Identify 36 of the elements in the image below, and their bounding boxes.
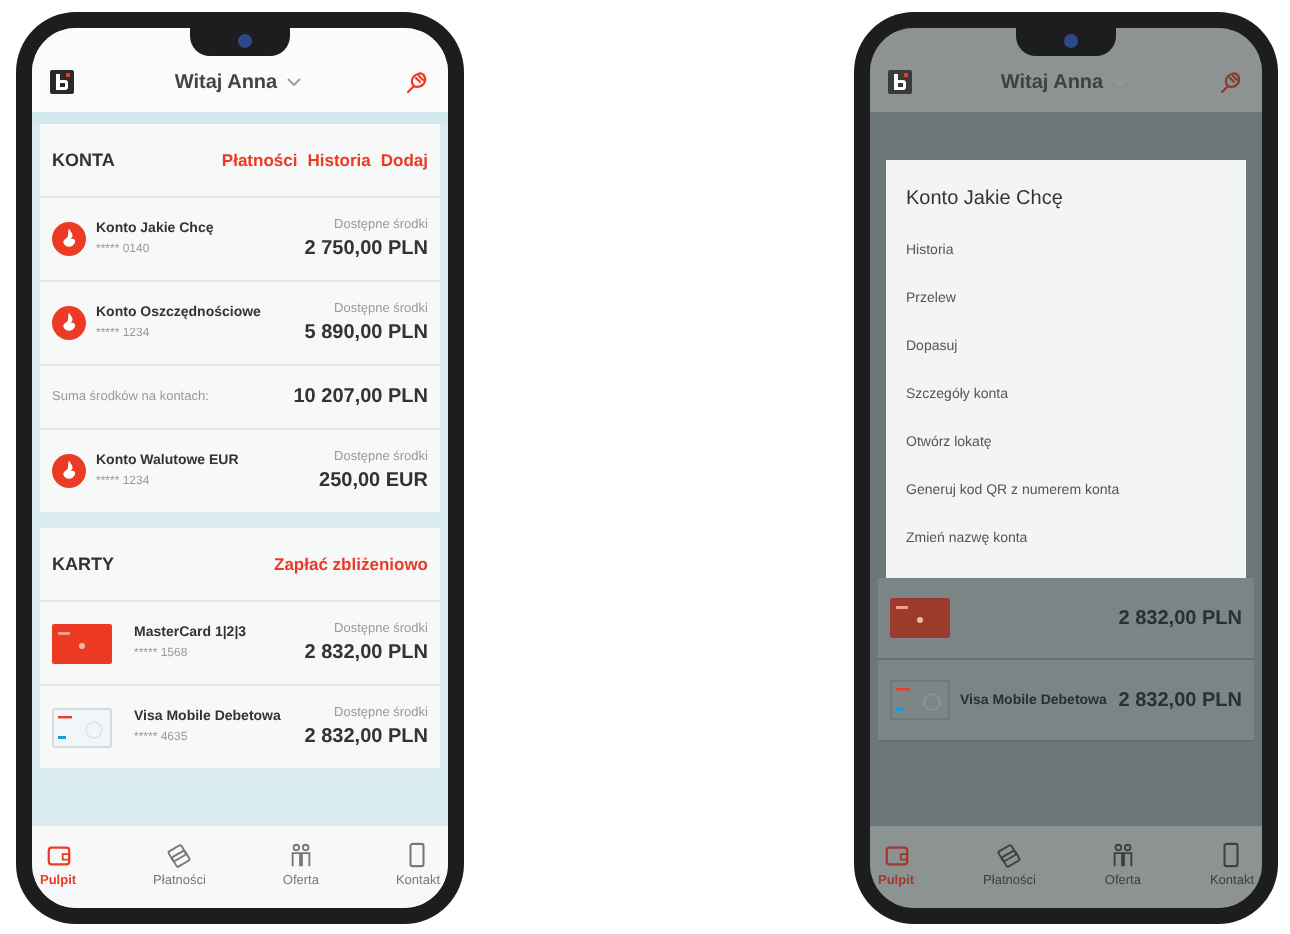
flame-icon — [52, 222, 86, 256]
camera-notch — [190, 28, 290, 56]
section-link[interactable]: Płatności — [221, 150, 298, 170]
card-drawing — [52, 707, 112, 747]
phone-icon — [404, 842, 431, 868]
card-drawing — [52, 623, 112, 663]
total-amount: 10 207,00 PLN — [293, 386, 428, 408]
section-title: KARTY — [52, 554, 114, 574]
balance-amount: 2 832,00 PLN — [304, 642, 428, 664]
wallet-icon — [45, 842, 72, 868]
camera-notch — [1016, 28, 1116, 56]
balance-amount: 250,00 EUR — [319, 470, 428, 492]
section-title: KONTA — [52, 150, 115, 170]
logo-icon — [50, 70, 74, 94]
flame-icon — [52, 454, 86, 488]
section-link[interactable]: Zapłać zbliżeniowo — [274, 554, 428, 574]
balance-amount: 2 750,00 PLN — [304, 238, 428, 260]
cards-icon — [996, 842, 1023, 868]
balance-amount: 2 832,00 PLN — [1118, 607, 1242, 629]
flame-icon — [52, 306, 86, 340]
people-icon — [287, 842, 314, 868]
menu-title: Konto Jakie Chcę — [906, 188, 1065, 210]
cards-icon — [166, 842, 193, 868]
wallet-icon — [883, 842, 910, 868]
section-link[interactable]: Dodaj — [380, 150, 428, 170]
phone-icon — [1218, 842, 1245, 868]
balance-amount: 2 832,00 PLN — [1118, 689, 1242, 711]
logo-icon — [888, 70, 912, 94]
card-drawing — [890, 598, 950, 638]
people-icon — [1109, 842, 1136, 868]
chevron-icon[interactable] — [285, 76, 302, 88]
balance-amount: 2 832,00 PLN — [304, 726, 428, 748]
section-link[interactable]: Historia — [307, 150, 371, 170]
greeting-text[interactable]: Witaj Anna — [174, 71, 278, 93]
card-drawing — [890, 680, 950, 720]
balance-amount: 5 890,00 PLN — [304, 322, 428, 344]
